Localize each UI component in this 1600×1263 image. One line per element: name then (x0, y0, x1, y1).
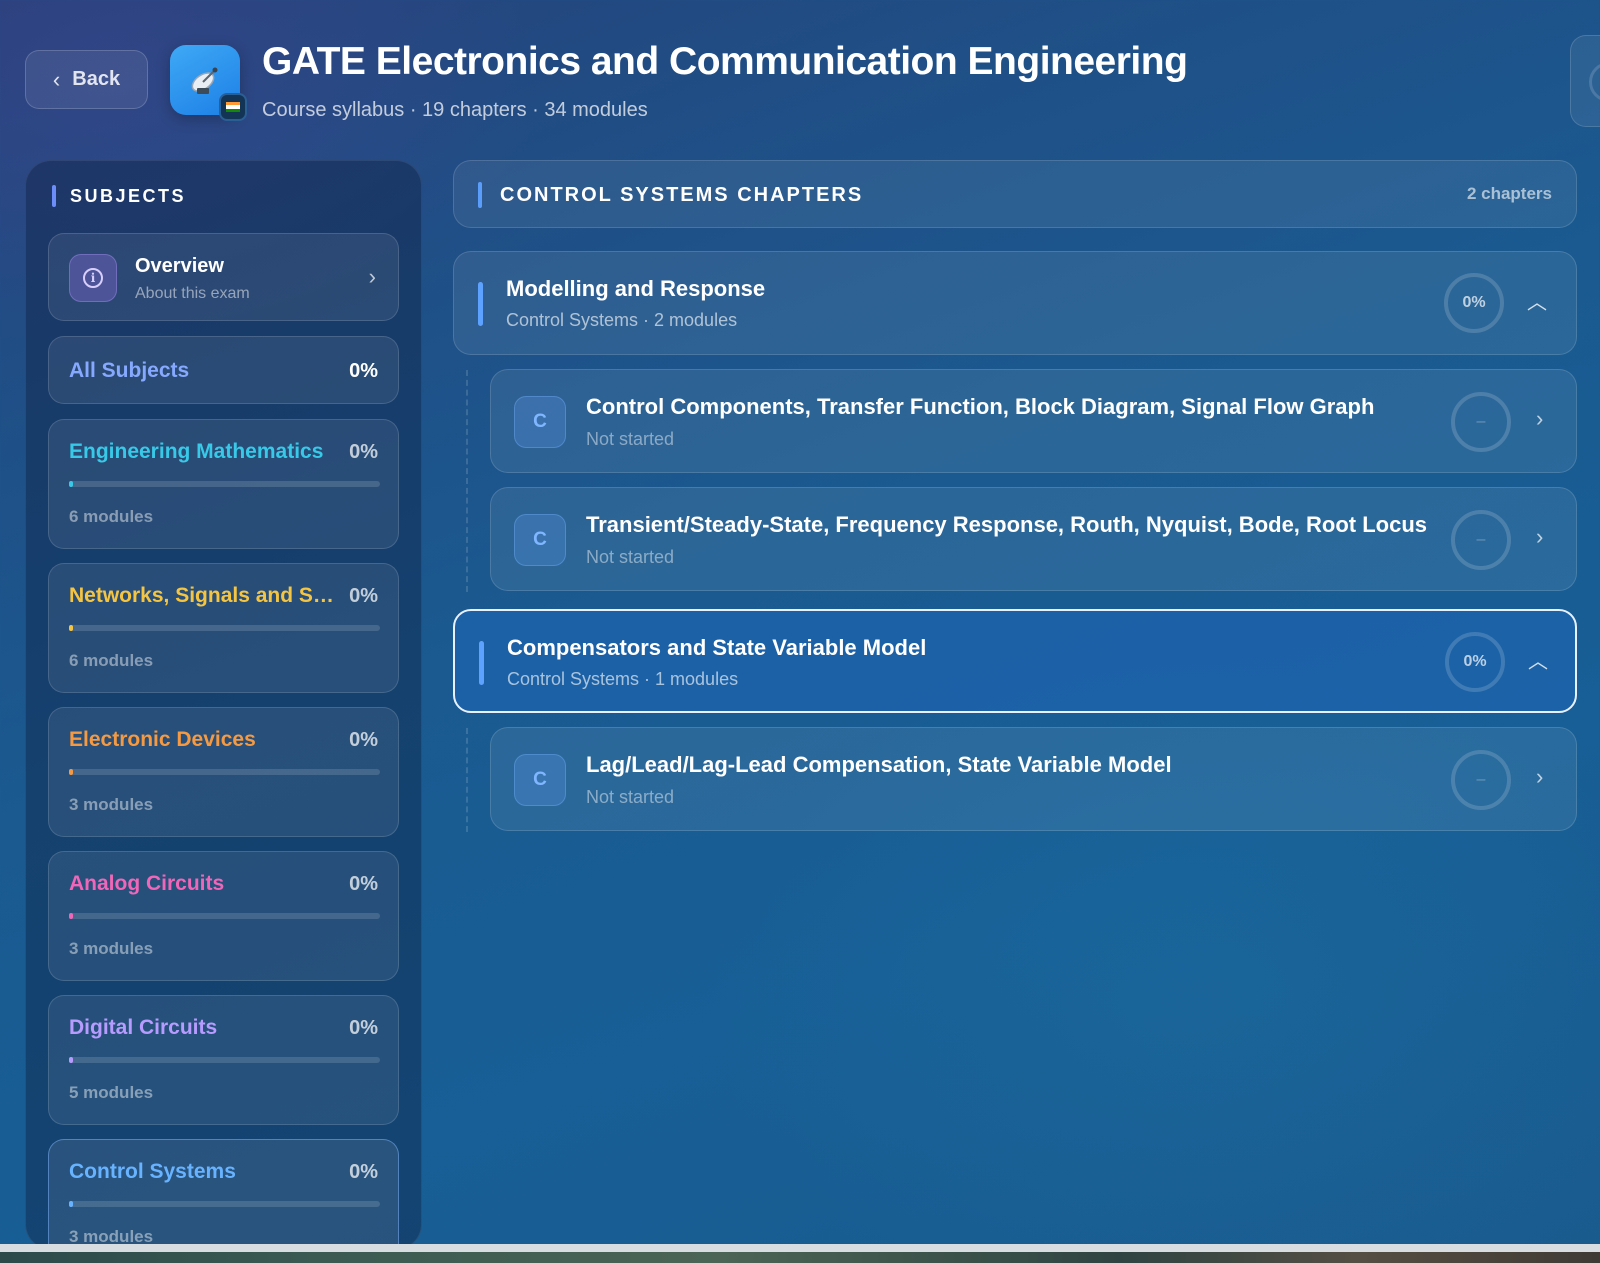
sidebar-item-subject[interactable]: Networks, Signals and Systems 0% 6 modules (48, 563, 399, 693)
accent-bar (478, 182, 482, 208)
module-item[interactable]: C Control Components, Transfer Function,… (490, 369, 1577, 473)
chevron-up-icon[interactable]: ︿ (1527, 286, 1547, 315)
subjects-sidebar: SUBJECTS i Overview About this exam › Al… (25, 160, 422, 1250)
progress-bar-fill (69, 913, 73, 919)
subject-name: Electronic Devices (69, 728, 256, 751)
progress-bar-fill (69, 769, 73, 775)
progress-bar (69, 1201, 380, 1207)
module-status: Not started (586, 787, 675, 807)
progress-bar (69, 913, 380, 919)
module-title: Transient/Steady-State, Frequency Respon… (586, 512, 1428, 537)
subject-name: Networks, Signals and Systems (69, 584, 341, 607)
section-header: CONTROL SYSTEMS CHAPTERS 2 chapters (453, 160, 1577, 228)
chevron-right-icon: › (1536, 406, 1544, 431)
subject-module-count: 3 modules (69, 939, 154, 958)
subject-module-count: 6 modules (69, 651, 154, 670)
sidebar-item-overview[interactable]: i Overview About this exam › (48, 233, 399, 321)
subject-module-count: 5 modules (69, 1083, 154, 1102)
tree-connector (466, 370, 468, 592)
module-item[interactable]: C Lag/Lead/Lag-Lead Compensation, State … (490, 727, 1577, 831)
accent-bar (478, 282, 483, 326)
sidebar-heading-label: SUBJECTS (70, 185, 187, 206)
sidebar-item-subject[interactable]: Analog Circuits 0% 3 modules (48, 851, 399, 981)
chapter-subtitle: Control Systems · 2 modules (506, 310, 738, 330)
page-title: GATE Electronics and Communication Engin… (262, 40, 1188, 83)
module-title: Lag/Lead/Lag-Lead Compensation, State Va… (586, 752, 1172, 777)
progress-bar (69, 625, 380, 631)
module-item[interactable]: C Transient/Steady-State, Frequency Resp… (490, 487, 1577, 591)
section-title: CONTROL SYSTEMS CHAPTERS (500, 183, 864, 206)
progress-ring: 0% (1445, 632, 1505, 692)
overview-subtitle: About this exam (135, 285, 250, 302)
progress-ring: – (1451, 510, 1511, 570)
all-subjects-label: All Subjects (69, 359, 190, 382)
progress-ring: – (1451, 750, 1511, 810)
progress-bar (69, 481, 380, 487)
module-status: Not started (586, 429, 675, 449)
subject-name: Engineering Mathematics (69, 440, 324, 463)
page-subtitle: Course syllabus · 19 chapters · 34 modul… (262, 99, 648, 121)
tree-connector (466, 728, 468, 832)
sidebar-item-subject[interactable]: Electronic Devices 0% 3 modules (48, 707, 399, 837)
info-icon: i (69, 254, 117, 302)
progress-ring-icon (1589, 62, 1600, 102)
subject-percent: 0% (349, 1017, 378, 1039)
overview-title: Overview (135, 255, 224, 277)
subject-module-count: 3 modules (69, 795, 154, 814)
sidebar-item-all-subjects[interactable]: All Subjects 0% (48, 336, 399, 404)
chapter-subtitle: Control Systems · 1 modules (507, 669, 739, 689)
module-badge: C (514, 396, 566, 448)
module-badge: C (514, 514, 566, 566)
progress-bar-fill (69, 625, 73, 631)
all-subjects-percent: 0% (349, 360, 378, 382)
progress-bar-fill (69, 1201, 73, 1207)
chevron-right-icon: › (368, 264, 376, 289)
module-status: Not started (586, 547, 675, 567)
subject-name: Control Systems (69, 1160, 236, 1183)
accent-bar (52, 185, 56, 207)
window-edge (0, 1244, 1600, 1252)
chapter-title: Modelling and Response (506, 276, 766, 301)
sidebar-item-subject[interactable]: Control Systems 0% 3 modules (48, 1139, 399, 1249)
subject-percent: 0% (349, 729, 378, 751)
subject-percent: 0% (349, 441, 378, 463)
chapter-card-selected[interactable]: Compensators and State Variable Model Co… (453, 609, 1577, 713)
progress-ring: – (1451, 392, 1511, 452)
module-badge: C (514, 754, 566, 806)
chevron-right-icon: › (1536, 524, 1544, 549)
chapter-count: 2 chapters (1466, 184, 1552, 203)
sidebar-item-subject[interactable]: Engineering Mathematics 0% 6 modules (48, 419, 399, 549)
progress-ring: 0% (1444, 273, 1504, 333)
chevron-left-icon: ‹ (52, 66, 61, 92)
progress-bar (69, 769, 380, 775)
sidebar-item-subject[interactable]: Digital Circuits 0% 5 modules (48, 995, 399, 1125)
sidebar-heading: SUBJECTS (52, 185, 186, 207)
subject-percent: 0% (349, 1161, 378, 1183)
subject-percent: 0% (349, 585, 378, 607)
module-title: Control Components, Transfer Function, B… (586, 394, 1375, 419)
chapter-title: Compensators and State Variable Model (507, 635, 927, 660)
progress-bar-fill (69, 481, 73, 487)
progress-bar (69, 1057, 380, 1063)
accent-bar (479, 641, 484, 685)
subject-name: Analog Circuits (69, 872, 225, 895)
chapter-card[interactable]: Modelling and Response Control Systems ·… (453, 251, 1577, 355)
india-flag-icon (219, 93, 247, 121)
progress-bar-fill (69, 1057, 73, 1063)
subject-name: Digital Circuits (69, 1016, 218, 1039)
subject-module-count: 6 modules (69, 507, 154, 526)
back-button[interactable]: ‹ Back (25, 50, 148, 109)
subject-percent: 0% (349, 873, 378, 895)
profile-widget[interactable] (1570, 35, 1600, 127)
chevron-right-icon: › (1536, 764, 1544, 789)
chevron-up-icon[interactable]: ︿ (1528, 645, 1548, 674)
back-label: Back (72, 68, 121, 90)
